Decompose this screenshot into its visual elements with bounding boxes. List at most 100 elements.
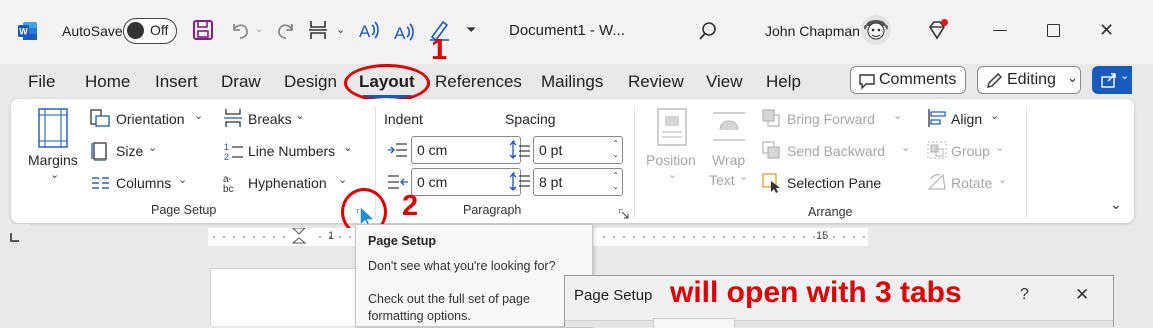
wrap-text-label-2[interactable]: Text xyxy=(709,172,735,188)
indent-left-input[interactable]: 0 cm ⌃ ⌄ xyxy=(411,136,521,164)
line-numbers-label[interactable]: Line Numbers xyxy=(248,143,335,159)
indent-left-icon xyxy=(388,142,408,158)
svg-text:A: A xyxy=(359,22,371,41)
spinner-arrows-icon[interactable]: ⌃ ⌄ xyxy=(612,138,619,160)
align-chevron-icon: ⌄ xyxy=(990,110,1000,122)
annotation-step-1: 1 xyxy=(431,34,448,66)
size-icon xyxy=(90,141,110,162)
dialog-tab-strip xyxy=(565,318,1113,328)
undo-dropdown-icon[interactable]: ⌄ xyxy=(255,24,263,35)
group-objects-chevron-icon: ⌄ xyxy=(995,142,1005,154)
undo-icon[interactable] xyxy=(228,18,252,42)
tooltip-title: Page Setup xyxy=(368,234,437,248)
toggle-state: Off xyxy=(150,22,169,38)
indent-label: Indent xyxy=(384,111,423,127)
spacing-after-input[interactable]: 8 pt ⌃ ⌄ xyxy=(533,168,623,196)
search-icon[interactable] xyxy=(697,20,719,42)
tab-mailings[interactable]: Mailings xyxy=(541,72,603,92)
share-button[interactable]: ⌄ xyxy=(1092,66,1132,94)
group-divider xyxy=(634,106,635,218)
pencil-icon xyxy=(987,73,1002,88)
annotation-step-2: 2 xyxy=(402,190,419,222)
paragraph-dialog-launcher[interactable] xyxy=(618,206,629,219)
tab-home[interactable]: Home xyxy=(85,72,130,92)
svg-text:1: 1 xyxy=(224,142,229,152)
share-icon xyxy=(1101,73,1116,88)
tooltip-text: Don't see what you're looking for? xyxy=(368,259,556,273)
customize-toolbar-icon[interactable]: ⏷ xyxy=(466,22,476,38)
svg-text:bc: bc xyxy=(223,184,234,193)
send-backward-chevron-icon: ⌄ xyxy=(901,142,911,154)
tab-file[interactable]: File xyxy=(28,72,55,92)
line-numbers-icon: 12 xyxy=(224,141,244,162)
dialog-help-button[interactable]: ? xyxy=(1020,286,1029,304)
columns-label[interactable]: Columns xyxy=(116,175,171,191)
tab-review[interactable]: Review xyxy=(628,72,684,92)
read-aloud-alt-icon[interactable]: A xyxy=(392,20,416,44)
avatar[interactable] xyxy=(860,14,892,46)
comments-button[interactable]: Comments xyxy=(850,66,966,94)
margins-label[interactable]: Margins xyxy=(28,152,78,168)
dialog-close-button[interactable]: ✕ xyxy=(1075,285,1089,305)
align-label[interactable]: Align xyxy=(951,111,982,127)
tab-design[interactable]: Design xyxy=(284,72,337,92)
premium-diamond-icon[interactable] xyxy=(925,19,949,43)
svg-text:A: A xyxy=(394,24,406,43)
close-window-button[interactable]: ✕ xyxy=(1099,20,1114,41)
spacing-before-input[interactable]: 0 pt ⌃ ⌄ xyxy=(533,136,623,164)
margins-icon[interactable] xyxy=(37,108,69,148)
page-setup-dialog: Page Setup ? ✕ will open with 3 tabs xyxy=(564,275,1114,328)
wrap-text-label[interactable]: Wrap xyxy=(712,152,745,168)
indent-right-input[interactable]: 0 cm ⌃ ⌄ xyxy=(411,168,521,196)
document-title[interactable]: Document1 - W... xyxy=(509,22,625,39)
breaks-label[interactable]: Breaks xyxy=(248,111,292,127)
autosave-toggle[interactable]: Off xyxy=(123,18,177,44)
orientation-icon xyxy=(90,109,110,127)
line-numbers-chevron-icon: ⌄ xyxy=(343,142,353,154)
annotation-message: will open with 3 tabs xyxy=(670,276,962,309)
annotation-circle-1 xyxy=(344,64,430,102)
arrange-group-label: Arrange xyxy=(808,205,853,219)
hyphenation-chevron-icon: ⌄ xyxy=(338,174,348,186)
size-label[interactable]: Size xyxy=(116,143,143,159)
position-label[interactable]: Position xyxy=(646,152,696,168)
save-icon[interactable] xyxy=(192,19,214,41)
tab-insert[interactable]: Insert xyxy=(155,72,198,92)
group-objects-icon xyxy=(927,141,947,159)
align-icon xyxy=(927,109,947,127)
autosave-label: AutoSave xyxy=(62,23,123,39)
breaks-quick-icon[interactable] xyxy=(307,19,329,41)
breaks-dropdown-icon[interactable]: ⌄ xyxy=(336,23,345,36)
group-divider xyxy=(1026,106,1027,218)
spacing-after-icon xyxy=(509,172,531,192)
spinner-arrows-icon[interactable]: ⌃ ⌄ xyxy=(612,170,619,192)
dialog-tab[interactable] xyxy=(653,318,735,328)
bring-forward-label[interactable]: Bring Forward xyxy=(787,111,875,127)
ruler-number: 1 xyxy=(328,230,335,242)
selection-pane-label[interactable]: Selection Pane xyxy=(787,175,881,191)
collapse-ribbon-chevron-icon[interactable]: ⌄ xyxy=(1110,196,1122,213)
tab-references[interactable]: References xyxy=(435,72,522,92)
maximize-button[interactable] xyxy=(1047,24,1060,37)
read-aloud-icon[interactable]: A xyxy=(357,18,381,42)
rotate-chevron-icon: ⌄ xyxy=(998,174,1008,186)
indent-marker-icon[interactable] xyxy=(291,227,307,246)
tooltip-text: Check out the full set of page xyxy=(368,292,530,306)
dialog-title: Page Setup xyxy=(574,287,653,304)
spacing-after-value: 8 pt xyxy=(539,174,563,190)
redo-icon[interactable] xyxy=(274,18,298,42)
send-backward-label[interactable]: Send Backward xyxy=(787,143,885,159)
minimize-button[interactable] xyxy=(993,30,1007,31)
group-objects-label[interactable]: Group xyxy=(951,143,990,159)
toggle-knob xyxy=(127,22,144,39)
editing-mode-button[interactable]: Editing ⌄ xyxy=(977,66,1081,94)
tab-help[interactable]: Help xyxy=(766,72,801,92)
columns-chevron-icon: ⌄ xyxy=(178,174,188,186)
user-name[interactable]: John Chapman xyxy=(765,23,860,39)
hyphenation-icon: a-bc xyxy=(223,173,245,195)
tab-view[interactable]: View xyxy=(706,72,743,92)
tab-draw[interactable]: Draw xyxy=(221,72,261,92)
orientation-label[interactable]: Orientation xyxy=(116,111,184,127)
rotate-label[interactable]: Rotate xyxy=(951,175,992,191)
hyphenation-label[interactable]: Hyphenation xyxy=(248,175,327,191)
